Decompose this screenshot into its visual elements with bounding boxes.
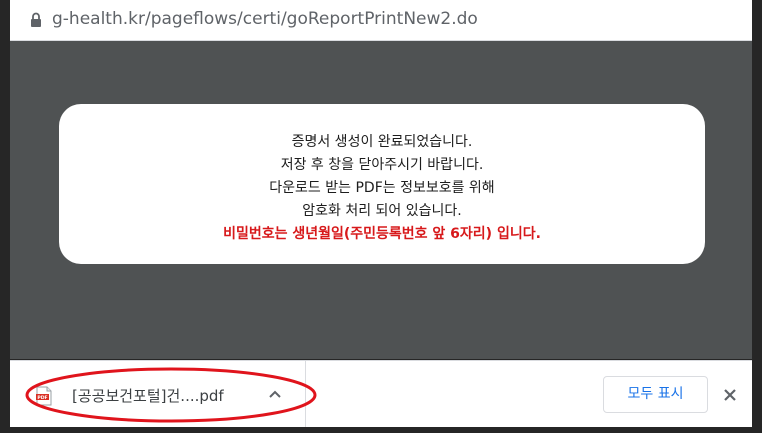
window-frame: g-health.kr/pageflows/certi/goReportPrin… [0,0,762,433]
dialog-line: 다운로드 받는 PDF는 정보보호를 위해 [269,180,495,196]
url-text[interactable]: g-health.kr/pageflows/certi/goReportPrin… [52,9,478,29]
dialog-line: 증명서 생성이 완료되었습니다. [291,134,473,150]
completion-dialog: 증명서 생성이 완료되었습니다. 저장 후 창을 닫아주시기 바랍니다. 다운로… [59,104,705,264]
show-all-button[interactable]: 모두 표시 [603,376,708,413]
dialog-line: 저장 후 창을 닫아주시기 바랍니다. [280,157,484,173]
pdf-file-icon: PDF [36,386,52,406]
password-warning: 비밀번호는 생년월일(주민등록번호 앞 6자리) 입니다. [223,226,541,242]
address-bar[interactable]: g-health.kr/pageflows/certi/goReportPrin… [10,0,752,41]
dialog-line: 암호화 처리 되어 있습니다. [302,203,462,219]
download-file-name[interactable]: [공공보건포털]건....pdf [72,385,224,406]
chevron-up-icon[interactable] [268,389,282,399]
lock-icon [31,12,41,27]
close-icon[interactable] [723,388,737,402]
svg-text:PDF: PDF [37,395,47,401]
page-content: 증명서 생성이 완료되었습니다. 저장 후 창을 닫아주시기 바랍니다. 다운로… [10,41,752,359]
download-item[interactable]: PDF [공공보건포털]건....pdf [10,361,306,427]
download-shelf: PDF [공공보건포털]건....pdf 모두 표시 [10,360,752,427]
dialog-message: 증명서 생성이 완료되었습니다. 저장 후 창을 닫아주시기 바랍니다. 다운로… [59,131,705,246]
